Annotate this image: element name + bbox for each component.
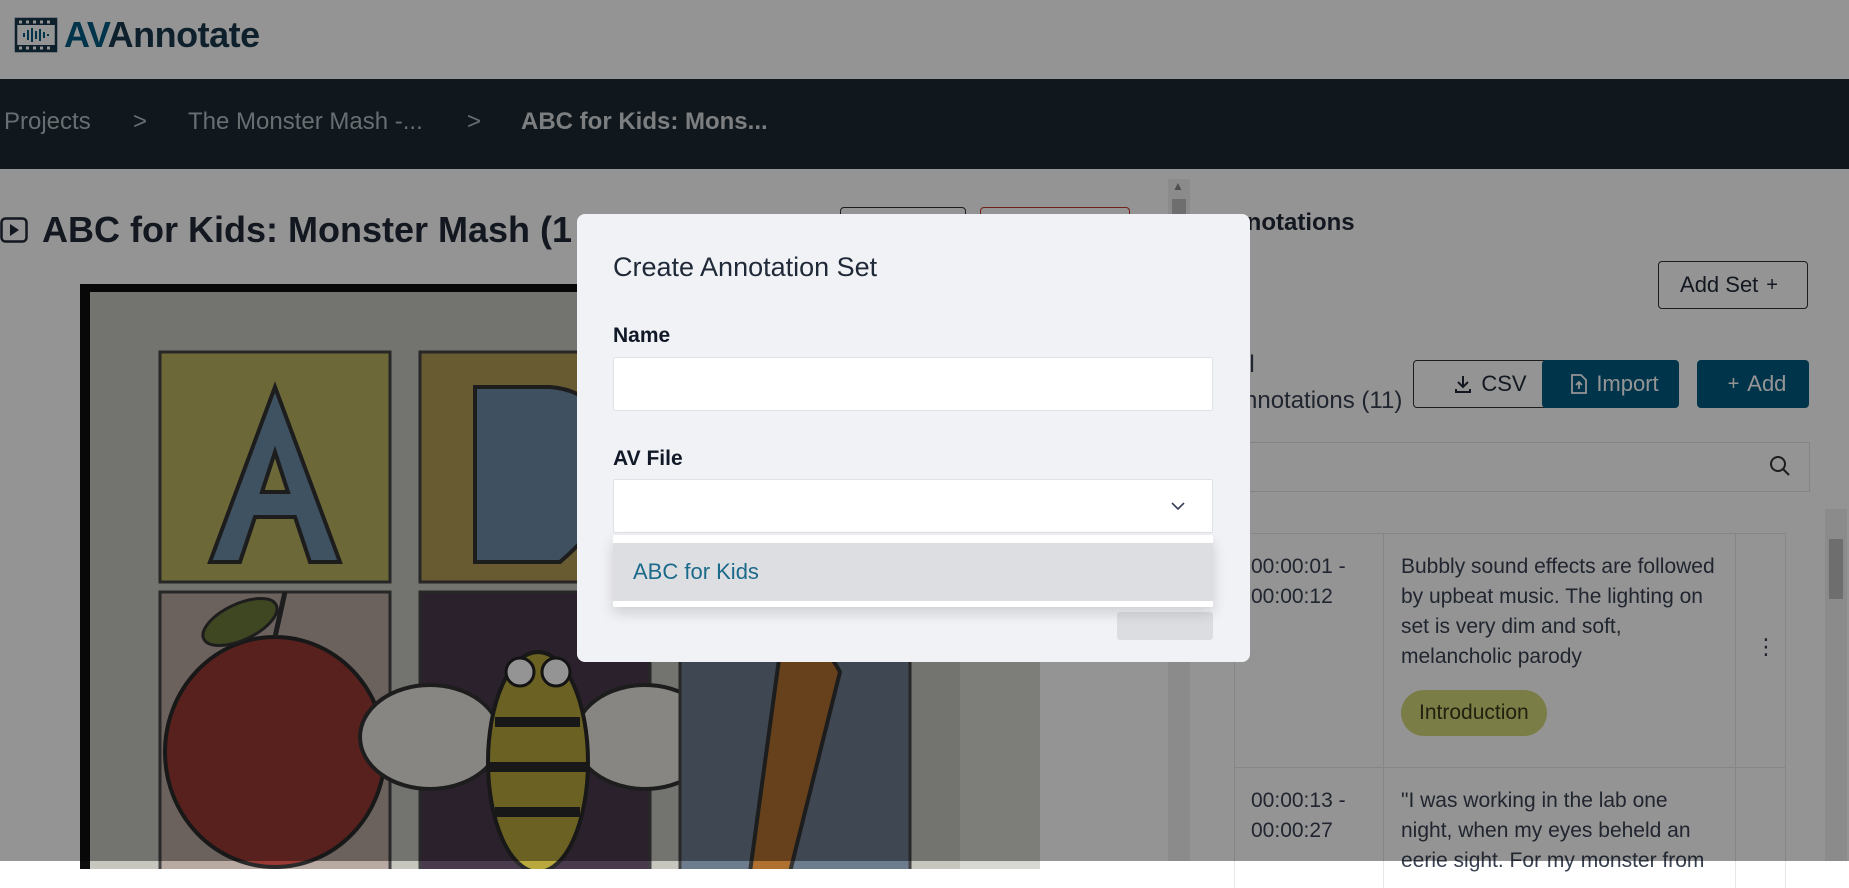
create-annotation-set-dialog: Create Annotation Set Name AV File ABC f…: [577, 214, 1250, 662]
av-file-label: AV File: [613, 447, 683, 470]
av-file-dropdown: ABC for Kids: [613, 535, 1213, 607]
dialog-title: Create Annotation Set: [613, 252, 878, 282]
save-button[interactable]: [1117, 612, 1213, 640]
av-file-select[interactable]: [613, 479, 1213, 533]
dropdown-option-abc-for-kids[interactable]: ABC for Kids: [613, 543, 1213, 601]
chevron-down-icon: [1171, 502, 1185, 511]
name-label: Name: [613, 324, 671, 347]
name-input[interactable]: [613, 357, 1213, 411]
